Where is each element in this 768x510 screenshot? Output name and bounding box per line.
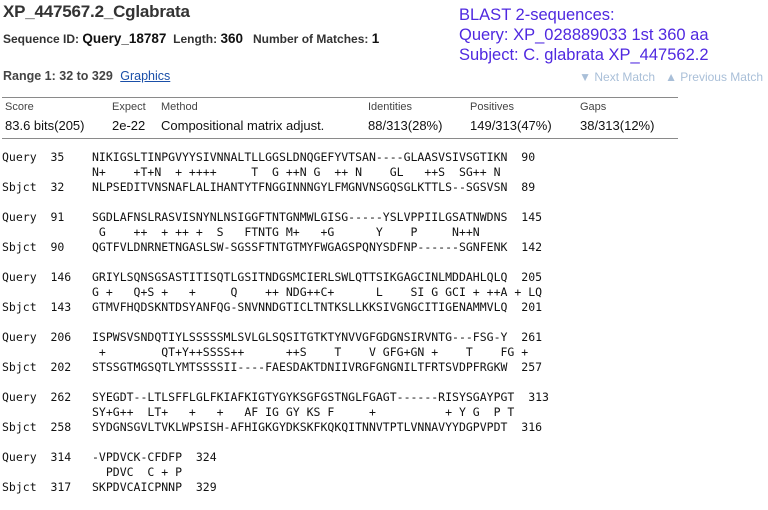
note-line-2: Query: XP_028889033 1st 360 aa <box>459 26 709 44</box>
length-value: 360 <box>220 31 243 46</box>
positives-header: Positives <box>470 101 515 113</box>
range-header: Range 1: 32 to 329 Graphics <box>3 69 170 83</box>
sequence-alignment: Query 35 NIKIGSLTINPGVYYSIVNNALTLLGGSLDN… <box>2 150 549 510</box>
graphics-link[interactable]: Graphics <box>120 69 170 83</box>
method-header: Method <box>161 101 198 113</box>
identities-value: 88/313(28%) <box>368 118 443 133</box>
matches-value: 1 <box>371 31 380 46</box>
subject-line: Sbjct 32 NLPSEDITVNSNAFLALIHANTYTFNGGINN… <box>2 180 536 194</box>
query-line: Query 314 -VPDVCK-CFDFP 324 <box>2 450 217 464</box>
positives-value: 149/313(47%) <box>470 118 552 133</box>
expect-value: 2e-22 <box>112 118 146 133</box>
alignment-block: Query 206 ISPWSVSNDQTIYLSSSSSMLSVLGLSQSI… <box>2 330 549 375</box>
match-line: + QT+Y++SSSS++ ++S T V GFG+GN + T FG + <box>2 345 529 359</box>
subject-line: Sbjct 317 SKPDVCAICPNNP 329 <box>2 480 217 494</box>
identities-header: Identities <box>368 101 413 113</box>
subject-line: Sbjct 202 STSSGTMGSQTLYMTSSSSII----FAESD… <box>2 360 543 374</box>
match-line: N+ +T+N + ++++ T G ++N G ++ N GL ++S SG+… <box>2 165 501 179</box>
alignment-block: Query 314 -VPDVCK-CFDFP 324 PDVC C + P Sb… <box>2 450 549 495</box>
range-label: Range 1: 32 to 329 <box>3 69 113 83</box>
gaps-header: Gaps <box>580 101 607 113</box>
length-label: Length: <box>173 32 218 46</box>
note-line-1: BLAST 2-sequences: <box>459 6 615 24</box>
alignment-stats-table: Score 83.6 bits(205) Expect 2e-22 Method… <box>2 97 678 139</box>
match-line: PDVC C + P <box>2 465 183 479</box>
score-header: Score <box>5 101 34 113</box>
seq-id-value: Query_18787 <box>82 31 167 46</box>
alignment-block: Query 146 GRIYLSQNSGSASTITISQTLGSITNDGSM… <box>2 270 549 315</box>
subject-line: Sbjct 258 SYDGNSGVLTVKLWPSISH-AFHIGKGYDK… <box>2 420 543 434</box>
subject-line: Sbjct 90 QGTFVLDNRNETNGASLSW-SGSSFTNTGTM… <box>2 240 543 254</box>
alignment-block: Query 262 SYEGDT--LTLSFFLGLFKIAFKIGTYGYK… <box>2 390 549 435</box>
annotation-note: BLAST 2-sequences: Query: XP_028889033 1… <box>459 5 709 65</box>
match-line: G + Q+S + + Q ++ NDG++C+ L SI G GCI + ++… <box>2 285 543 299</box>
page-title: XP_447567.2_Cglabrata <box>3 2 190 21</box>
previous-match-link[interactable]: ▲ Previous Match <box>665 70 763 84</box>
query-line: Query 206 ISPWSVSNDQTIYLSSSSSMLSVLGLSQSI… <box>2 330 543 344</box>
seq-id-label: Sequence ID: <box>3 32 80 46</box>
query-line: Query 35 NIKIGSLTINPGVYYSIVNNALTLLGGSLDN… <box>2 150 536 164</box>
alignment-block: Query 91 SGDLAFNSLRASVISNYNLNSIGGFTNTGNM… <box>2 210 549 255</box>
next-match-link[interactable]: ▼ Next Match <box>579 70 655 84</box>
query-line: Query 262 SYEGDT--LTLSFFLGLFKIAFKIGTYGYK… <box>2 390 549 404</box>
method-value: Compositional matrix adjust. <box>161 118 325 133</box>
subject-line: Sbjct 143 GTMVFHQDSKNTDSYANFQG-SNVNNDGTI… <box>2 300 543 314</box>
sequence-info: Sequence ID: Query_18787 Length: 360 Num… <box>3 31 379 46</box>
match-navigation: ▼ Next Match ▲ Previous Match <box>579 70 763 84</box>
query-line: Query 146 GRIYLSQNSGSASTITISQTLGSITNDGSM… <box>2 270 543 284</box>
score-value: 83.6 bits(205) <box>5 118 85 133</box>
expect-header: Expect <box>112 101 146 113</box>
gaps-value: 38/313(12%) <box>580 118 655 133</box>
matches-label: Number of Matches: <box>253 32 369 46</box>
alignment-block: Query 35 NIKIGSLTINPGVYYSIVNNALTLLGGSLDN… <box>2 150 549 195</box>
query-line: Query 91 SGDLAFNSLRASVISNYNLNSIGGFTNTGNM… <box>2 210 543 224</box>
match-line: SY+G++ LT+ + + AF IG GY KS F + + Y G P T <box>2 405 515 419</box>
note-line-3: Subject: C. glabrata XP_447562.2 <box>459 46 709 64</box>
match-line: G ++ + ++ + S FTNTG M+ +G Y P N++N <box>2 225 480 239</box>
